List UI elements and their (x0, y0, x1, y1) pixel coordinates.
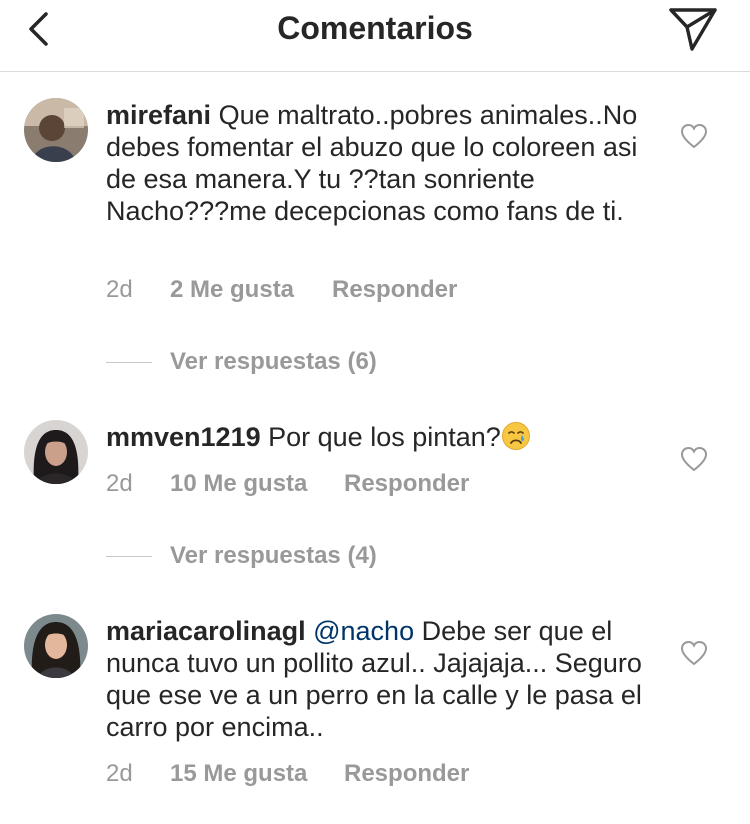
comment-time: 2d (106, 470, 133, 497)
like-button[interactable] (680, 123, 708, 149)
likes-count[interactable]: 2 Me gusta (170, 275, 294, 305)
view-replies-label: Ver respuestas (6) (170, 348, 377, 375)
avatar[interactable] (24, 420, 88, 484)
heart-icon (680, 123, 708, 149)
comment-body: mmven1219 Por que los pintan? (106, 421, 646, 453)
comment-mention[interactable]: @nacho (313, 616, 414, 646)
comment-username[interactable]: mmven1219 (106, 422, 261, 452)
likes-count[interactable]: 15 Me gusta (170, 759, 307, 789)
view-replies-label: Ver respuestas (4) (170, 542, 377, 569)
share-button[interactable] (668, 6, 718, 52)
avatar[interactable] (24, 98, 88, 162)
likes-count[interactable]: 10 Me gusta (170, 469, 307, 499)
page-title: Comentarios (277, 10, 473, 46)
comment-body: mariacarolinagl @nacho Debe ser que el n… (106, 615, 646, 743)
heart-icon (680, 446, 708, 472)
comment-text: Por que los pintan? (268, 422, 501, 452)
comment-username[interactable]: mirefani (106, 100, 211, 130)
avatar[interactable] (24, 614, 88, 678)
comment-time: 2d (106, 760, 133, 787)
comment-body: mirefani Que maltrato..pobres animales..… (106, 99, 646, 227)
reply-button[interactable]: Responder (344, 759, 469, 789)
reply-button[interactable]: Responder (344, 469, 469, 499)
comment-time: 2d (106, 276, 133, 303)
crying-face-icon (501, 422, 530, 450)
like-button[interactable] (680, 446, 708, 472)
like-button[interactable] (680, 640, 708, 666)
heart-icon (680, 640, 708, 666)
replies-divider-line (106, 362, 152, 363)
top-nav-bar: Comentarios (0, 0, 750, 72)
comment-username[interactable]: mariacarolinagl (106, 616, 306, 646)
reply-button[interactable]: Responder (332, 275, 457, 305)
replies-divider-line (106, 556, 152, 557)
paper-plane-icon (669, 8, 717, 51)
